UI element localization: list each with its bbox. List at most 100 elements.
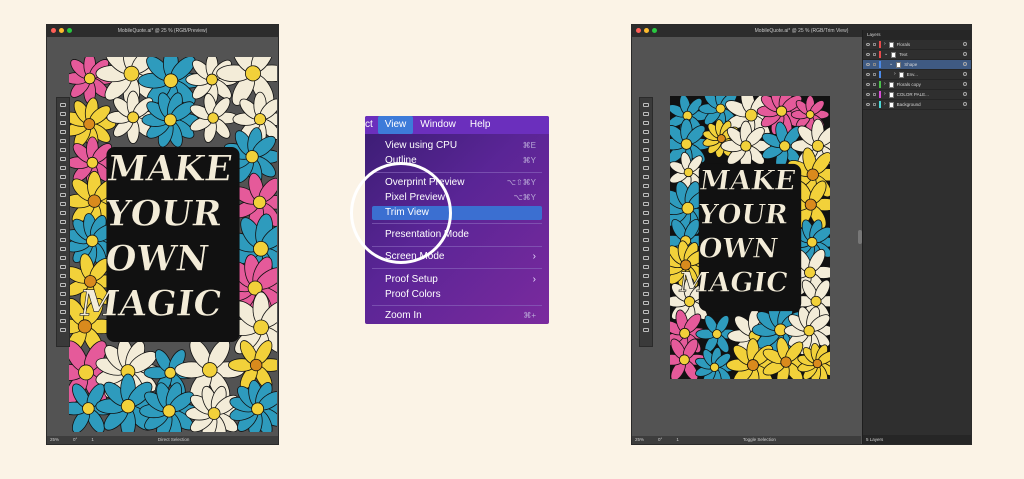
layer-row[interactable]: ⌄ Shape [863,60,971,70]
eye-icon[interactable] [866,43,870,46]
tool-icon[interactable] [642,101,650,108]
layer-row[interactable]: › Background [863,100,971,110]
tool-icon[interactable] [59,164,67,171]
layer-name[interactable]: Florals copy [897,80,921,89]
tool-icon[interactable] [59,326,67,333]
tool-icon[interactable] [59,308,67,315]
eye-icon[interactable] [866,83,870,86]
close-window-button[interactable] [636,28,641,33]
layer-name[interactable]: Text [899,50,907,59]
chevron-right-icon[interactable]: › [884,100,886,109]
tool-icon[interactable] [59,146,67,153]
zoom-window-button[interactable] [652,28,657,33]
tool-icon[interactable] [59,218,67,225]
tool-icon[interactable] [59,173,67,180]
artwork-canvas-trimmed[interactable]: MAKE YOUR OWN MAGIC [670,96,830,379]
artboard-number[interactable]: 1 [91,436,94,444]
artwork-canvas[interactable]: MAKE YOUR OWN MAGIC [69,57,277,432]
menubar-item-prev[interactable]: ct [365,116,378,134]
tool-icon[interactable] [642,155,650,162]
target-icon[interactable] [963,72,967,76]
target-icon[interactable] [963,42,967,46]
lock-icon[interactable] [873,53,876,56]
lock-icon[interactable] [873,83,876,86]
layer-row[interactable]: › Env... [863,70,971,80]
tool-icon[interactable] [642,308,650,315]
tool-icon[interactable] [642,263,650,270]
lock-icon[interactable] [873,93,876,96]
tool-icon[interactable] [642,326,650,333]
layer-row[interactable]: ⌄ Text [863,50,971,60]
tool-icon[interactable] [642,218,650,225]
menubar-item-view[interactable]: View [377,116,414,134]
chevron-right-icon[interactable]: ⌄ [884,50,888,59]
minimize-window-button[interactable] [59,28,64,33]
tool-icon[interactable] [59,119,67,126]
menu-item-proof-setup[interactable]: Proof Setup › [372,273,542,287]
tool-icon[interactable] [59,263,67,270]
tool-icon[interactable] [59,245,67,252]
tool-icon[interactable] [59,272,67,279]
artboard-number[interactable]: 1 [676,436,679,444]
minimize-window-button[interactable] [644,28,649,33]
tool-icon[interactable] [59,101,67,108]
layer-name[interactable]: Shape [904,60,917,69]
tool-icon[interactable] [642,272,650,279]
layer-name[interactable]: Background [897,100,921,109]
menu-item-view-using-cpu[interactable]: View using CPU ⌘E [372,139,542,153]
menubar-item-window[interactable]: Window [413,116,463,134]
tool-icon[interactable] [59,137,67,144]
tool-icon[interactable] [59,200,67,207]
tool-icon[interactable] [642,164,650,171]
tool-icon[interactable] [59,191,67,198]
menubar-item-help[interactable]: Help [463,116,498,134]
layer-name[interactable]: COLOR PALE... [897,90,929,99]
tool-icon[interactable] [642,119,650,126]
tool-icon[interactable] [642,191,650,198]
tool-icon[interactable] [59,290,67,297]
lock-icon[interactable] [873,103,876,106]
tool-icon[interactable] [642,236,650,243]
zoom-level[interactable]: 25% [50,436,59,444]
tool-icon[interactable] [59,254,67,261]
lock-icon[interactable] [873,63,876,66]
eye-icon[interactable] [866,73,870,76]
tool-icon[interactable] [642,182,650,189]
chevron-right-icon[interactable]: › [894,70,896,79]
tool-icon[interactable] [642,254,650,261]
rotation[interactable]: 0° [658,436,662,444]
tool-icon[interactable] [642,299,650,306]
target-icon[interactable] [963,62,967,66]
tool-icon[interactable] [59,182,67,189]
chevron-right-icon[interactable]: ⌄ [889,60,893,69]
target-icon[interactable] [963,92,967,96]
tool-icon[interactable] [642,200,650,207]
tool-icon[interactable] [59,317,67,324]
chevron-right-icon[interactable]: › [884,80,886,89]
tool-icon[interactable] [59,209,67,216]
tool-icon[interactable] [642,281,650,288]
chevron-right-icon[interactable]: › [884,40,886,49]
tool-icon[interactable] [642,110,650,117]
menu-item-proof-colors[interactable]: Proof Colors [372,288,542,302]
tool-icon[interactable] [642,209,650,216]
layer-row[interactable]: › Florals copy [863,80,971,90]
zoom-window-button[interactable] [67,28,72,33]
lock-icon[interactable] [873,43,876,46]
tool-icon[interactable] [642,227,650,234]
zoom-level[interactable]: 25% [635,436,644,444]
tool-icon[interactable] [59,299,67,306]
eye-icon[interactable] [866,53,870,56]
tool-icon[interactable] [642,146,650,153]
tool-icon[interactable] [59,281,67,288]
menu-item-zoom-in[interactable]: Zoom In ⌘+ [372,309,542,323]
tab-layers[interactable]: Layers [863,30,971,40]
layer-row[interactable]: › Florals [863,40,971,50]
tool-icon[interactable] [642,290,650,297]
tool-icon[interactable] [59,128,67,135]
tool-icon[interactable] [59,227,67,234]
eye-icon[interactable] [866,103,870,106]
layer-row[interactable]: › COLOR PALE... [863,90,971,100]
target-icon[interactable] [963,102,967,106]
tool-icon[interactable] [642,317,650,324]
